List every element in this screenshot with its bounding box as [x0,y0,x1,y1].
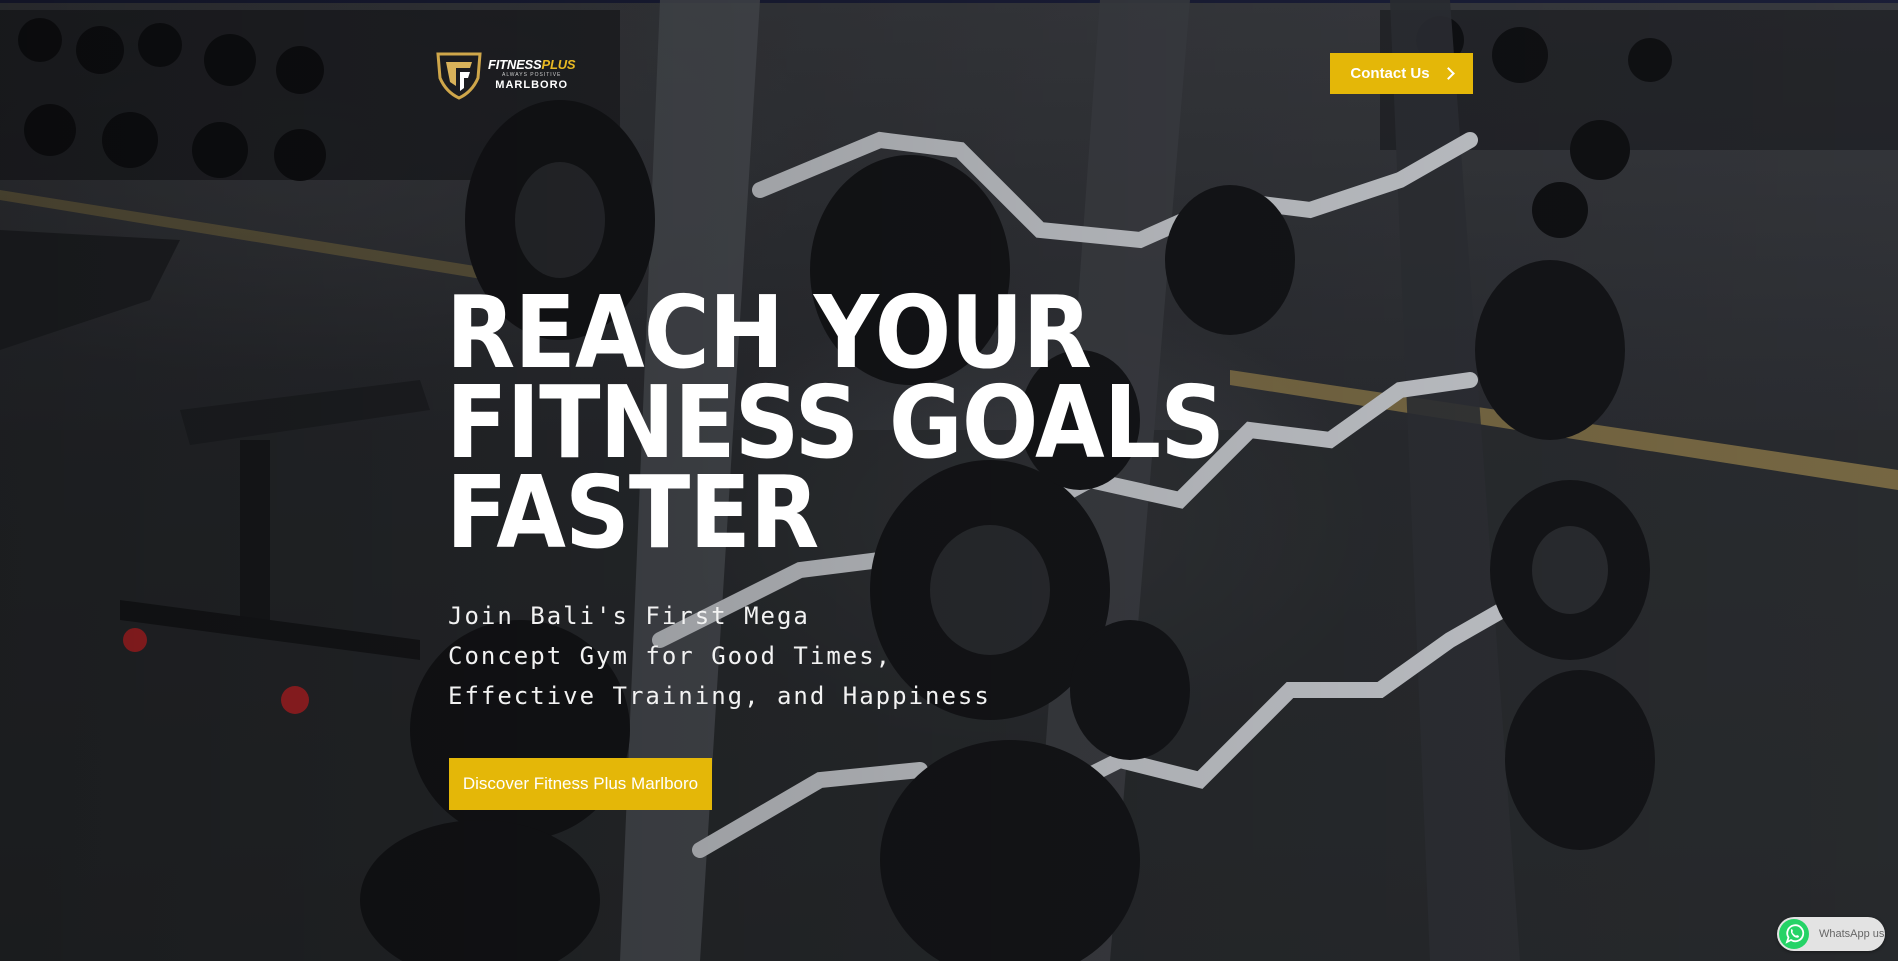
hero-section: FITNESSPLUS ALWAYS POSITIVE MARLBORO Con… [0,0,1898,961]
headline-line-3: FASTER [446,454,819,571]
subtext-line-2: Concept Gym for Good Times, [448,642,893,670]
chevron-right-icon [1441,67,1455,80]
hero-headline: REACH YOUR FITNESS GOALS FASTER [446,283,1225,571]
hero-subtext: Join Bali's First Mega Concept Gym for G… [448,596,991,716]
whatsapp-label: WhatsApp us [1819,928,1885,940]
logo-brand-name: FITNESSPLUS [488,56,576,72]
subtext-line-1: Join Bali's First Mega [448,602,810,630]
logo-tagline: ALWAYS POSITIVE [502,71,562,78]
whatsapp-icon [1779,919,1809,949]
logo-brand-part2: PLUS [541,56,576,72]
subtext-line-3: Effective Training, and Happiness [448,682,991,710]
logo-location: MARLBORO [495,78,569,91]
shield-logo-icon [436,52,482,100]
logo-text: FITNESSPLUS ALWAYS POSITIVE MARLBORO [488,56,576,91]
contact-us-label: Contact Us [1350,65,1430,82]
fitnessplus-logo[interactable]: FITNESSPLUS ALWAYS POSITIVE MARLBORO [432,48,582,100]
contact-us-button[interactable]: Contact Us [1330,53,1473,94]
logo-brand-part1: FITNESS [488,56,542,72]
discover-button[interactable]: Discover Fitness Plus Marlboro [449,758,712,810]
whatsapp-chat-button[interactable]: WhatsApp us [1777,917,1885,951]
